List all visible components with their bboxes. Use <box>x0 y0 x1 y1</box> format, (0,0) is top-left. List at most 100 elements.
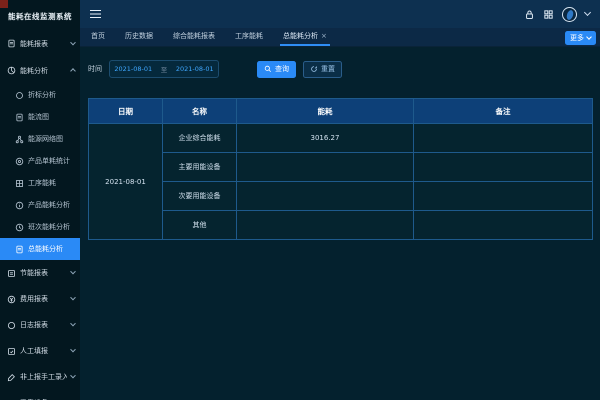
lock-icon[interactable] <box>524 9 535 20</box>
tab-label: 历史数据 <box>125 31 153 41</box>
sidebar-item-log-report[interactable]: 日志报表 <box>0 312 80 338</box>
table-row: 其他 <box>89 211 593 240</box>
remark-cell <box>414 182 593 211</box>
sidebar-item-energy-flow-chart[interactable]: 能流图 <box>0 106 80 128</box>
sidebar-item-label: 非上报手工录入 <box>20 372 67 382</box>
sidebar-item-label: 产品单耗统计 <box>28 156 75 166</box>
tab-label: 首页 <box>91 31 105 41</box>
table-header-row: 日期 名称 能耗 备注 <box>89 99 593 124</box>
sidebar-item-label: 费用报表 <box>20 294 67 304</box>
remark-cell <box>414 211 593 240</box>
stats-icon <box>15 157 24 166</box>
sidebar-item-total-energy-analysis[interactable]: 总能耗分析 <box>0 238 80 260</box>
sidebar-item-product-energy-analysis[interactable]: 产品能耗分析 <box>0 194 80 216</box>
date-separator: 至 <box>161 64 168 74</box>
tab-home[interactable]: 首页 <box>88 28 108 46</box>
avatar[interactable] <box>562 7 577 22</box>
chevron-down-icon <box>70 295 76 301</box>
sidebar-item-cost-report[interactable]: 费用报表 <box>0 286 80 312</box>
col-header-energy: 能耗 <box>237 99 414 124</box>
sidebar-item-label: 日志报表 <box>20 320 67 330</box>
name-cell: 主要用能设备 <box>163 153 237 182</box>
sidebar-item-offline-manual-input[interactable]: 非上报手工录入 <box>0 364 80 390</box>
top-header <box>80 0 600 28</box>
sidebar-item-saving-report[interactable]: 节能报表 <box>0 260 80 286</box>
query-button[interactable]: 查询 <box>257 61 296 78</box>
sidebar-item-standard-coal-analysis[interactable]: 折标分析 <box>0 84 80 106</box>
sidebar: 能耗在线监测系统 能耗报表 能耗分析 折标分析 能流图 能源网络图 产品单耗统计… <box>0 0 80 400</box>
query-label: 查询 <box>275 64 289 74</box>
log-report-icon <box>7 321 16 330</box>
saving-report-icon <box>7 269 16 278</box>
date-to-value[interactable]: 2021-08-01 <box>176 65 214 73</box>
cost-report-icon <box>7 295 16 304</box>
date-cell: 2021-08-01 <box>89 124 163 240</box>
sidebar-item-energy-analysis[interactable]: 能耗分析 <box>0 57 80 84</box>
hamburger-menu-icon[interactable] <box>90 10 101 12</box>
sidebar-item-label: 产品能耗分析 <box>28 200 75 210</box>
search-icon <box>264 65 272 73</box>
reset-button[interactable]: 重置 <box>303 61 342 78</box>
fullscreen-grid-icon[interactable] <box>543 9 554 20</box>
tab-bar: 首页 历史数据 综合能耗报表 工序能耗 总能耗分析 × 更多 <box>80 28 600 47</box>
date-from-value[interactable]: 2021-08-01 <box>114 65 152 73</box>
chevron-down-icon[interactable] <box>584 9 591 16</box>
flow-chart-icon <box>15 113 24 122</box>
name-cell: 其他 <box>163 211 237 240</box>
chevron-down-icon <box>70 39 76 45</box>
shift-icon <box>15 223 24 232</box>
sidebar-item-product-unit-stats[interactable]: 产品单耗统计 <box>0 150 80 172</box>
report-icon <box>7 39 16 48</box>
tab-label: 综合能耗报表 <box>173 31 215 41</box>
sidebar-item-shift-energy-analysis[interactable]: 班次能耗分析 <box>0 216 80 238</box>
sidebar-item-label: 能源网络图 <box>28 134 75 144</box>
close-icon[interactable]: × <box>321 32 327 40</box>
sidebar-item-label: 班次能耗分析 <box>28 222 75 232</box>
sidebar-item-label: 人工填报 <box>20 346 67 356</box>
col-header-name: 名称 <box>163 99 237 124</box>
date-range-picker[interactable]: 2021-08-01 至 2021-08-01 <box>109 60 219 78</box>
value-cell <box>237 153 414 182</box>
chevron-down-icon <box>70 347 76 353</box>
table-row: 主要用能设备 <box>89 153 593 182</box>
chevron-down-icon <box>70 269 76 275</box>
sidebar-item-process-energy[interactable]: 工序能耗 <box>0 172 80 194</box>
tab-total-energy-analysis[interactable]: 总能耗分析 × <box>280 28 330 46</box>
tab-label: 总能耗分析 <box>283 31 318 41</box>
tab-comprehensive-report[interactable]: 综合能耗报表 <box>170 28 218 46</box>
total-analysis-icon <box>15 245 24 254</box>
sidebar-item-label: 折标分析 <box>28 90 75 100</box>
content-panel: 时间 2021-08-01 至 2021-08-01 查询 重置 日期 名称 <box>80 47 600 399</box>
more-label: 更多 <box>570 33 584 43</box>
remark-cell <box>414 153 593 182</box>
sidebar-item-label: 节能报表 <box>20 268 67 278</box>
sidebar-item-energy-network-chart[interactable]: 能源网络图 <box>0 128 80 150</box>
corner-indicator <box>0 0 8 8</box>
table-row: 2021-08-01 企业综合能耗 3016.27 <box>89 124 593 153</box>
sidebar-item-collect-device[interactable]: 采集设备 <box>0 390 80 400</box>
sidebar-item-label: 能流图 <box>28 112 75 122</box>
reset-label: 重置 <box>321 64 335 74</box>
tab-history-data[interactable]: 历史数据 <box>122 28 156 46</box>
more-button[interactable]: 更多 <box>565 31 596 45</box>
circle-icon <box>15 91 24 100</box>
value-cell <box>237 182 414 211</box>
main-area: 首页 历史数据 综合能耗报表 工序能耗 总能耗分析 × 更多 时间 2021-0… <box>80 0 600 400</box>
col-header-remark: 备注 <box>414 99 593 124</box>
process-icon <box>15 179 24 188</box>
name-cell: 企业综合能耗 <box>163 124 237 153</box>
tab-label: 工序能耗 <box>235 31 263 41</box>
time-filter-label: 时间 <box>88 64 102 74</box>
analysis-icon <box>7 66 16 75</box>
info-icon <box>15 201 24 210</box>
tab-process-energy[interactable]: 工序能耗 <box>232 28 266 46</box>
manual-entry-icon <box>7 347 16 356</box>
filter-row: 时间 2021-08-01 至 2021-08-01 查询 重置 <box>88 60 342 78</box>
app-title: 能耗在线监测系统 <box>0 0 80 30</box>
sidebar-item-energy-report[interactable]: 能耗报表 <box>0 30 80 57</box>
remark-cell <box>414 124 593 153</box>
network-icon <box>15 135 24 144</box>
value-cell <box>237 211 414 240</box>
sidebar-item-manual-entry[interactable]: 人工填报 <box>0 338 80 364</box>
sidebar-item-label: 工序能耗 <box>28 178 75 188</box>
